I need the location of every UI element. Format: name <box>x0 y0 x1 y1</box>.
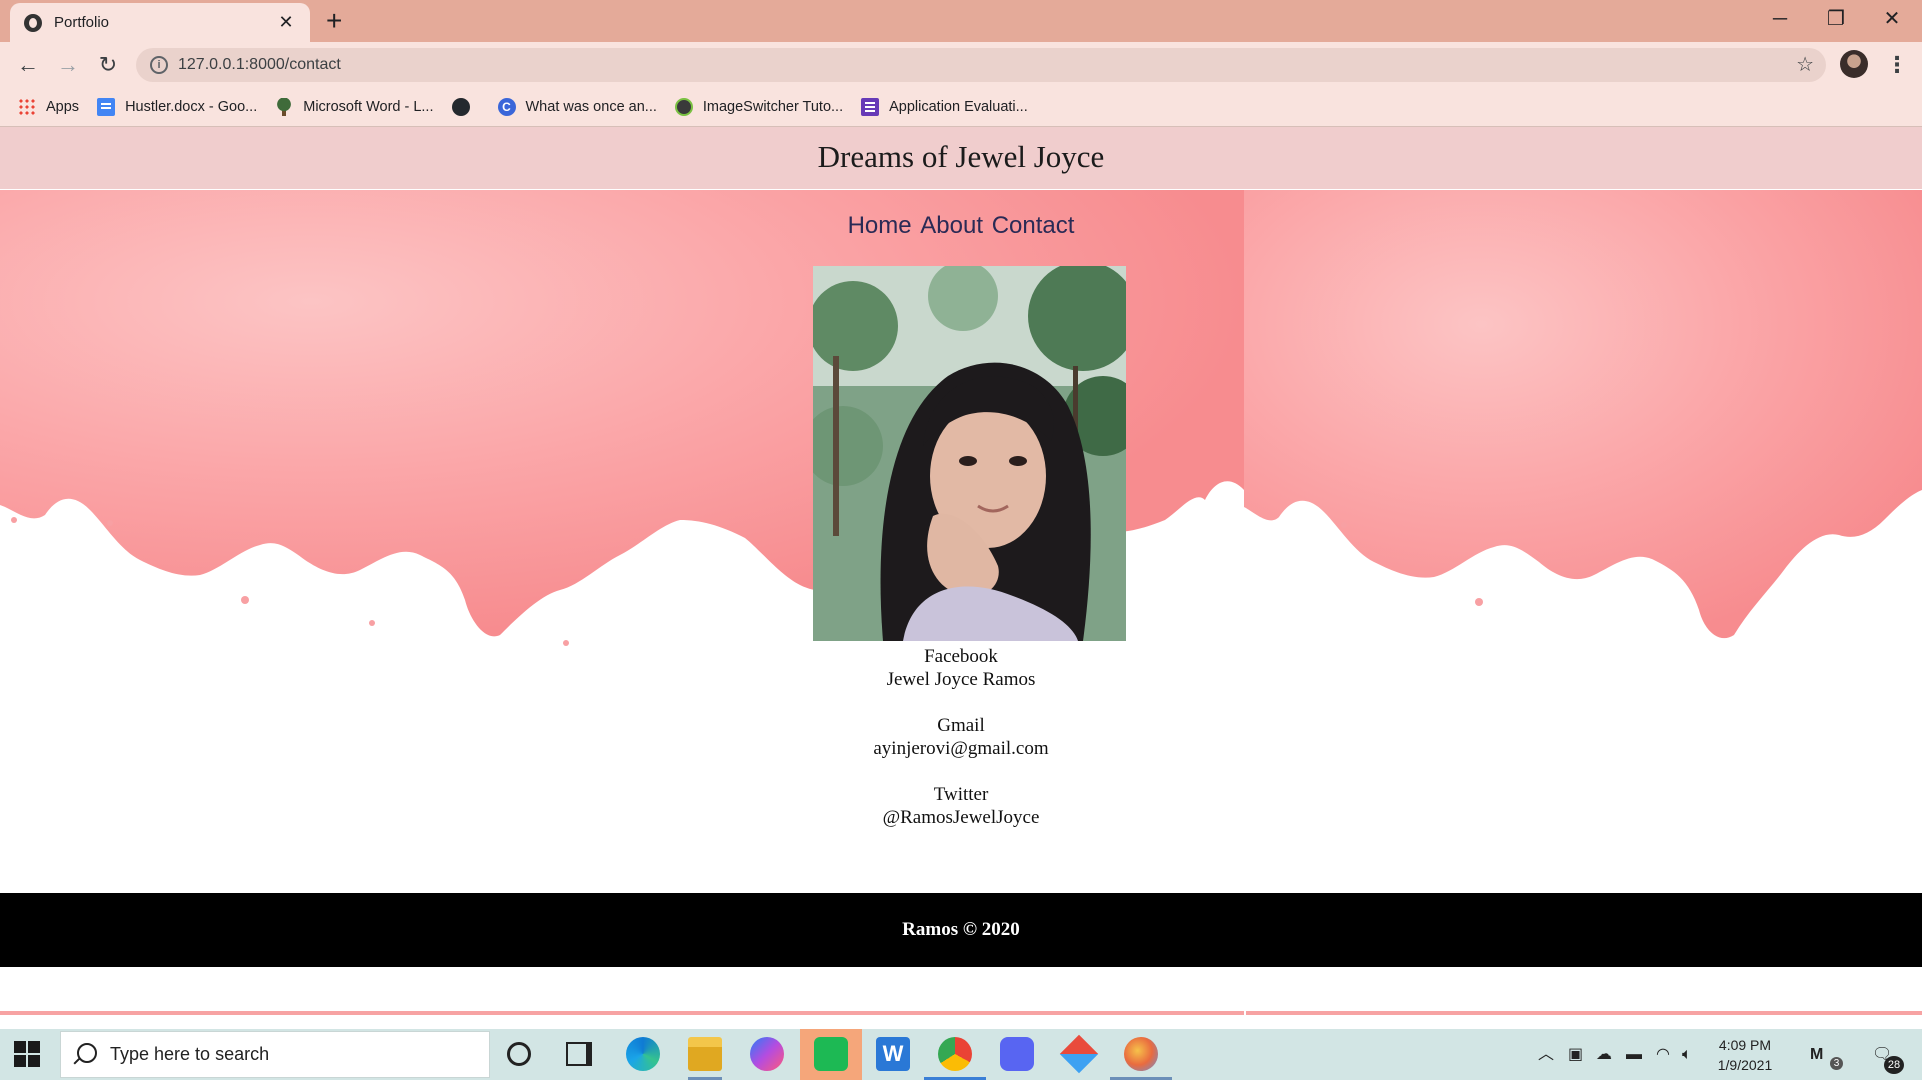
bookmark-imageswitcher[interactable]: ImageSwitcher Tuto... <box>674 98 844 116</box>
reload-button[interactable]: ↻ <box>92 49 124 81</box>
mail-badge: 3 <box>1830 1057 1843 1070</box>
pink-background-edge <box>0 1011 1244 1015</box>
bookmark-label: What was once an... <box>525 99 657 115</box>
site-footer: Ramos © 2020 <box>0 893 1922 967</box>
paint-icon[interactable] <box>1124 1037 1158 1071</box>
back-button[interactable]: ← <box>12 49 44 81</box>
volume-icon[interactable]: 🔈︎ <box>1682 1029 1692 1080</box>
onedrive-cloud-icon[interactable]: ☁ <box>1596 1029 1612 1080</box>
bookmark-apps[interactable]: Apps <box>18 98 79 116</box>
battery-icon[interactable]: ▬ <box>1626 1029 1642 1080</box>
gear-badge-icon <box>674 98 693 116</box>
google-docs-icon <box>97 98 116 116</box>
nav-link-home[interactable]: Home <box>848 212 912 239</box>
spotify-icon[interactable] <box>814 1037 848 1071</box>
apps-grid-icon <box>18 98 36 116</box>
git-icon[interactable] <box>1059 1034 1099 1074</box>
mail-icon[interactable]: M <box>1810 1029 1823 1080</box>
contact-info: Facebook Jewel Joyce Ramos Gmail ayinjer… <box>0 645 1922 829</box>
site-title: Dreams of Jewel Joyce <box>817 139 1105 174</box>
profile-photo <box>813 266 1126 641</box>
edge-browser-icon[interactable] <box>626 1037 660 1071</box>
facebook-value: Jewel Joyce Ramos <box>886 669 1036 690</box>
web-page: Dreams of Jewel Joyce Home About Contact… <box>0 127 1922 1015</box>
close-window-button[interactable]: ✕ <box>1864 6 1920 32</box>
bookmark-label: Hustler.docx - Goo... <box>125 99 258 115</box>
meet-now-icon[interactable]: ▣ <box>1568 1029 1583 1080</box>
tab-title: Portfolio <box>54 14 110 31</box>
pink-background-edge <box>1246 1011 1922 1015</box>
taskbar-search-placeholder[interactable]: Type here to search <box>110 1032 269 1077</box>
messenger-icon[interactable] <box>750 1037 784 1071</box>
pink-drip-background-tile <box>1244 190 1922 660</box>
forward-button[interactable]: → <box>52 49 84 81</box>
bookmark-microsoft-word[interactable]: Microsoft Word - L... <box>275 98 434 116</box>
bookmark-label: Microsoft Word - L... <box>303 99 434 115</box>
wattpad-w-icon[interactable]: W <box>876 1037 910 1071</box>
bookmark-application-evaluation[interactable]: Application Evaluati... <box>861 98 1028 116</box>
show-hidden-icons-chevron[interactable]: ︿ <box>1538 1029 1554 1080</box>
drip-illustration <box>1244 190 1922 639</box>
nav-link-about[interactable]: About <box>920 212 983 239</box>
bookmarks-bar: Apps Hustler.docx - Goo... Microsoft Wor… <box>0 88 1922 127</box>
tree-icon <box>275 98 294 116</box>
wifi-icon[interactable]: ◠ <box>1656 1029 1670 1080</box>
browser-menu-icon[interactable]: ⋮ <box>1886 49 1908 81</box>
clock-time: 4:09 PM <box>1718 1037 1772 1053</box>
gmail-label: Gmail <box>937 715 985 736</box>
profile-avatar[interactable] <box>1840 50 1868 78</box>
restore-button[interactable]: ❐ <box>1808 6 1864 32</box>
twitter-label: Twitter <box>933 784 989 805</box>
nav-link-contact[interactable]: Contact <box>992 212 1075 239</box>
google-forms-icon <box>861 98 880 116</box>
c-letter-icon: C <box>497 98 516 116</box>
discord-icon[interactable] <box>1000 1037 1034 1071</box>
cortana-icon[interactable] <box>507 1042 531 1066</box>
github-icon <box>451 98 470 116</box>
notification-badge: 28 <box>1884 1056 1904 1074</box>
minimize-button[interactable]: ─ <box>1752 6 1808 32</box>
clock-date: 1/9/2021 <box>1717 1057 1773 1073</box>
bookmark-label: ImageSwitcher Tuto... <box>702 99 844 115</box>
bookmark-hustler-docx[interactable]: Hustler.docx - Goo... <box>97 98 257 116</box>
site-nav: Home About Contact <box>0 212 1922 240</box>
taskbar-search-box[interactable]: Type here to search <box>60 1031 490 1078</box>
facebook-label: Facebook <box>924 646 998 667</box>
system-clock[interactable]: 4:09 PM 1/9/2021 <box>1700 1035 1790 1075</box>
new-tab-button[interactable]: + <box>326 6 342 36</box>
browser-tab[interactable]: Portfolio ✕ <box>10 3 310 42</box>
url-text[interactable]: 127.0.0.1:8000/contact <box>178 48 341 82</box>
browser-toolbar: ← → ↻ i 127.0.0.1:8000/contact ☆ ⋮ <box>0 42 1922 88</box>
site-header: Dreams of Jewel Joyce <box>0 127 1922 189</box>
bookmark-github[interactable] <box>451 98 480 116</box>
close-tab-icon[interactable]: ✕ <box>276 12 296 33</box>
bookmark-what-was-once[interactable]: C What was once an... <box>497 98 657 116</box>
bookmark-label: Application Evaluati... <box>889 99 1028 115</box>
globe-icon <box>24 13 42 32</box>
address-bar[interactable]: i 127.0.0.1:8000/contact ☆ <box>136 48 1826 82</box>
search-icon <box>77 1043 97 1063</box>
file-explorer-icon[interactable] <box>688 1037 722 1071</box>
bookmark-star-icon[interactable]: ☆ <box>1796 48 1814 82</box>
windows-start-icon[interactable] <box>14 1041 40 1067</box>
twitter-value: @RamosJewelJoyce <box>882 807 1040 828</box>
gmail-value: ayinjerovi@gmail.com <box>873 738 1049 759</box>
bookmark-label: Apps <box>46 99 80 115</box>
chrome-icon[interactable] <box>938 1037 972 1071</box>
windows-taskbar: Type here to search W ︿ ▣ ☁ ▬ ◠ 🔈︎ 4:09 … <box>0 1029 1922 1080</box>
browser-tab-strip: Portfolio ✕ + ─ ❐ ✕ <box>0 0 1922 42</box>
site-info-icon[interactable]: i <box>150 56 168 74</box>
task-view-icon[interactable] <box>566 1042 592 1066</box>
